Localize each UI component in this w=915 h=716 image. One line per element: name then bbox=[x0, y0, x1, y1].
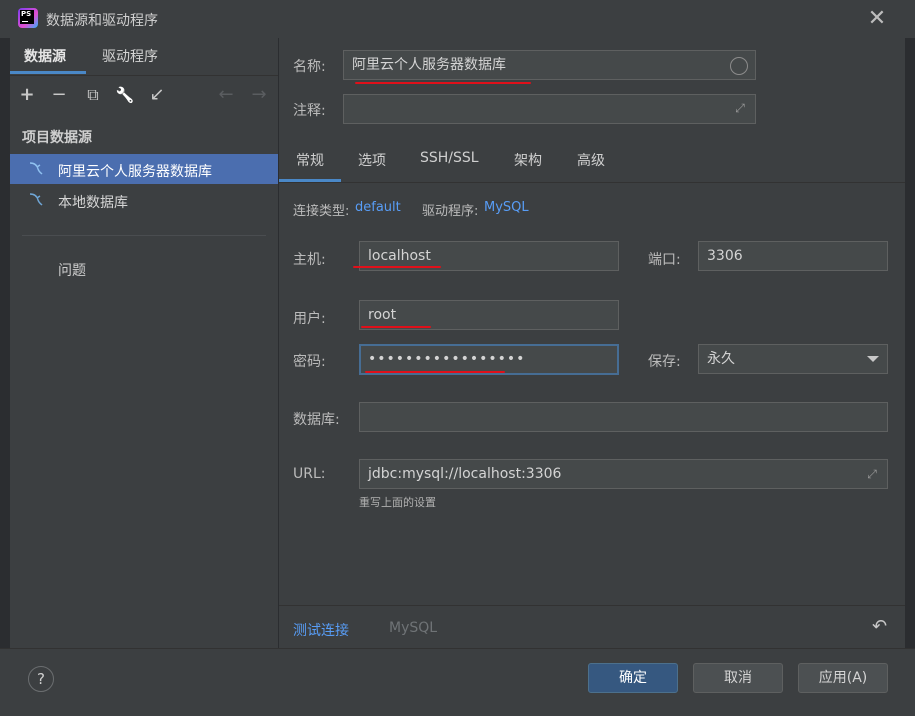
tab-drivers[interactable]: 驱动程序 bbox=[102, 46, 158, 74]
app-logo-icon: PS bbox=[18, 8, 38, 28]
test-connection-link[interactable]: 测试连接 bbox=[293, 620, 349, 640]
main-panel: 名称: 阿里云个人服务器数据库 注释: ⤢ 常规 选项 SSH/SSL 架构 高… bbox=[279, 38, 905, 648]
active-tab-indicator bbox=[10, 71, 86, 74]
red-underline-annotation bbox=[355, 82, 531, 84]
save-label: 保存: bbox=[648, 354, 681, 370]
tab-ssh-ssl[interactable]: SSH/SSL bbox=[420, 150, 479, 180]
save-mode-value: 永久 bbox=[707, 351, 735, 367]
connection-type-link[interactable]: default bbox=[355, 200, 401, 215]
wrench-icon[interactable]: 🔧 bbox=[114, 84, 136, 106]
divider bbox=[22, 235, 266, 236]
sidebar-item-aliyun-db[interactable]: 阿里云个人服务器数据库 bbox=[10, 154, 278, 184]
project-data-sources-heading: 项目数据源 bbox=[22, 130, 92, 146]
red-underline-annotation bbox=[365, 371, 505, 373]
window-edge bbox=[905, 38, 915, 648]
sidebar-item-problems[interactable]: 问题 bbox=[58, 260, 86, 280]
database-input[interactable] bbox=[359, 402, 888, 432]
url-input[interactable]: jdbc:mysql://localhost:3306 bbox=[359, 459, 888, 489]
divider bbox=[279, 182, 905, 183]
copy-icon[interactable]: ⧉ bbox=[82, 84, 104, 106]
tab-general[interactable]: 常规 bbox=[296, 150, 324, 180]
mysql-dolphin-icon bbox=[29, 193, 43, 206]
driver-label: 驱动程序: bbox=[422, 204, 479, 219]
url-label: URL: bbox=[293, 466, 326, 482]
driver-name-text: MySQL bbox=[389, 620, 438, 636]
user-label: 用户: bbox=[293, 311, 326, 327]
add-icon[interactable]: + bbox=[16, 84, 38, 106]
tab-options[interactable]: 选项 bbox=[358, 150, 386, 180]
chevron-down-icon[interactable] bbox=[867, 356, 879, 362]
database-label: 数据库: bbox=[293, 412, 340, 428]
port-input[interactable]: 3306 bbox=[698, 241, 888, 271]
color-picker-circle-icon[interactable] bbox=[730, 57, 748, 75]
comment-label: 注释: bbox=[293, 103, 326, 119]
connection-type-label: 连接类型: bbox=[293, 204, 350, 219]
tab-data-sources[interactable]: 数据源 bbox=[24, 46, 66, 74]
title-bar: PS 数据源和驱动程序 ✕ bbox=[0, 0, 915, 38]
back-arrow-icon[interactable]: ← bbox=[215, 84, 237, 106]
comment-input[interactable] bbox=[343, 94, 756, 124]
ok-button[interactable]: 确定 bbox=[588, 663, 678, 693]
save-mode-select[interactable]: 永久 bbox=[698, 344, 888, 374]
expand-icon[interactable]: ⤢ bbox=[733, 101, 747, 115]
driver-link[interactable]: MySQL bbox=[484, 200, 529, 215]
expand-icon[interactable]: ⤢ bbox=[865, 467, 879, 481]
help-button[interactable]: ? bbox=[28, 666, 54, 692]
name-input[interactable]: 阿里云个人服务器数据库 bbox=[343, 50, 756, 80]
mysql-dolphin-icon bbox=[29, 162, 43, 175]
apply-button[interactable]: 应用(A) bbox=[798, 663, 888, 693]
import-icon[interactable]: ↙ bbox=[146, 84, 168, 106]
window-title: 数据源和驱动程序 bbox=[46, 13, 158, 29]
divider bbox=[279, 605, 905, 606]
remove-icon[interactable]: − bbox=[48, 84, 70, 106]
port-label: 端口: bbox=[648, 252, 681, 268]
password-label: 密码: bbox=[293, 354, 326, 370]
divider bbox=[10, 75, 278, 76]
sidebar: 数据源 驱动程序 + − ⧉ 🔧 ↙ ← → 项目数据源 阿里云个人服务器数据库… bbox=[10, 38, 278, 648]
host-label: 主机: bbox=[293, 252, 326, 268]
tab-schemas[interactable]: 架构 bbox=[514, 150, 542, 180]
reset-icon[interactable]: ↶ bbox=[872, 616, 887, 637]
sidebar-item-local-db[interactable]: 本地数据库 bbox=[10, 185, 278, 215]
cancel-button[interactable]: 取消 bbox=[693, 663, 783, 693]
name-label: 名称: bbox=[293, 59, 326, 75]
red-underline-annotation bbox=[353, 266, 441, 268]
close-icon[interactable]: ✕ bbox=[866, 8, 888, 30]
sidebar-item-label: 阿里云个人服务器数据库 bbox=[58, 164, 212, 180]
sidebar-item-label: 本地数据库 bbox=[58, 195, 128, 211]
red-underline-annotation bbox=[361, 326, 431, 328]
tab-advanced[interactable]: 高级 bbox=[577, 150, 605, 180]
forward-arrow-icon[interactable]: → bbox=[248, 84, 270, 106]
url-hint: 重写上面的设置 bbox=[359, 496, 436, 509]
